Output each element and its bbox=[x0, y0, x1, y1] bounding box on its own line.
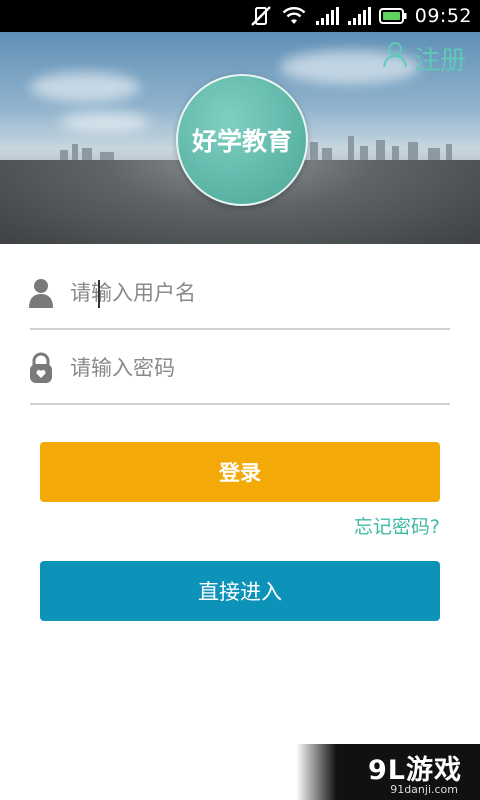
enter-directly-button[interactable]: 直接进入 bbox=[40, 561, 440, 621]
signal-icon-1 bbox=[315, 6, 339, 26]
password-field-row bbox=[30, 333, 450, 405]
register-label: 注册 bbox=[413, 46, 466, 76]
login-button[interactable]: 登录 bbox=[40, 442, 440, 502]
username-field-row bbox=[29, 258, 450, 330]
user-outline-icon bbox=[382, 41, 408, 76]
status-clock: 09:52 bbox=[414, 5, 472, 27]
username-input[interactable] bbox=[68, 280, 412, 306]
vibrate-off-icon bbox=[249, 5, 273, 27]
logo-text: 好学教育 bbox=[191, 127, 292, 156]
signal-icon-2 bbox=[347, 6, 371, 26]
cloud bbox=[60, 112, 150, 132]
site-watermark: 9L游戏 91danji.com bbox=[296, 744, 480, 800]
register-link[interactable]: 注册 bbox=[382, 40, 466, 77]
user-icon bbox=[22, 278, 60, 308]
password-input[interactable] bbox=[68, 355, 412, 381]
forgot-password-link[interactable]: 忘记密码? bbox=[354, 512, 440, 539]
app-logo: 好学教育 bbox=[176, 74, 308, 206]
watermark-brand: 9L游戏 bbox=[368, 755, 462, 786]
watermark-url: 91danji.com bbox=[390, 783, 458, 796]
text-cursor bbox=[98, 280, 100, 308]
status-bar: 09:52 bbox=[0, 0, 480, 32]
lock-icon bbox=[22, 352, 60, 384]
app-screen: 09:52 注册 好学教育 请输入用户名 登录 忘记密码? 直接进入 9L游戏 … bbox=[0, 0, 480, 800]
header-banner: 注册 好学教育 bbox=[0, 32, 480, 244]
battery-icon bbox=[378, 7, 407, 25]
wifi-icon bbox=[281, 6, 307, 26]
cloud bbox=[30, 72, 140, 102]
